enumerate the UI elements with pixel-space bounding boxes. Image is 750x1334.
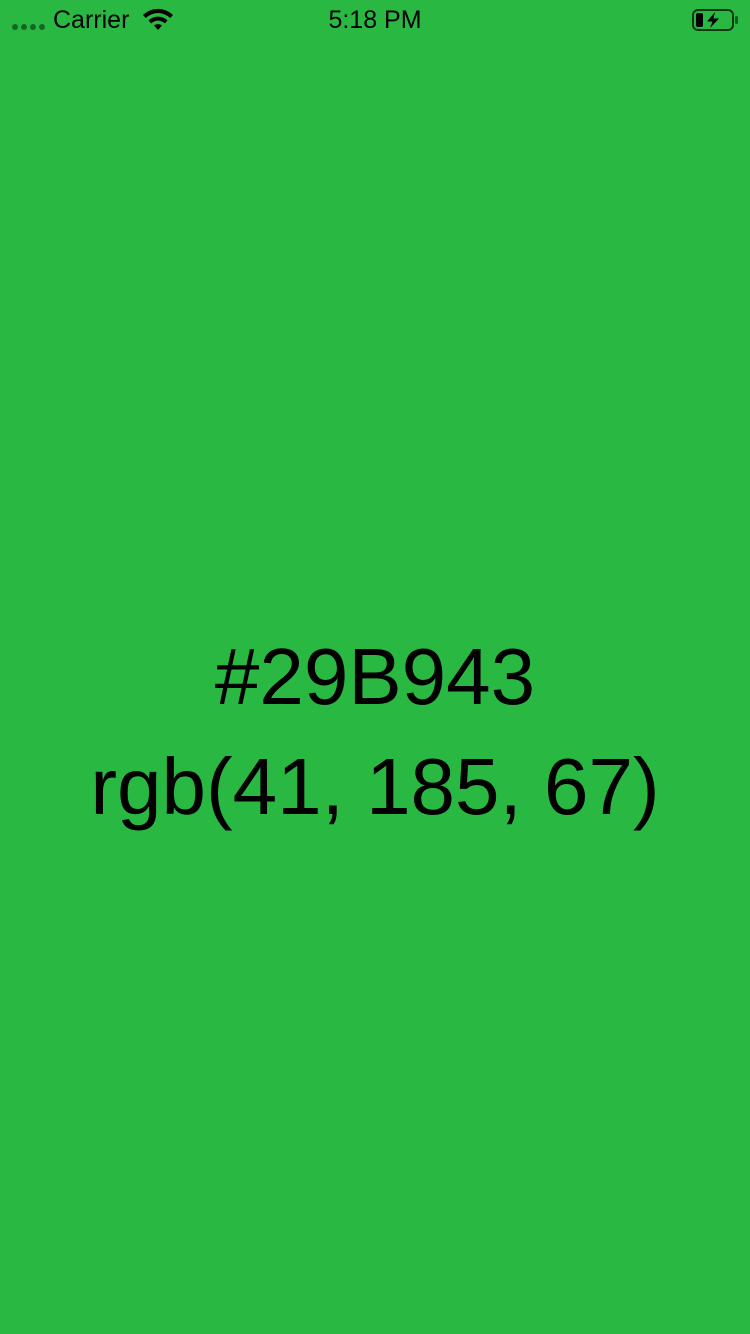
hex-value: #29B943 [214,632,536,721]
color-info: #29B943 rgb(41, 185, 67) [0,622,750,842]
rgb-value: rgb(41, 185, 67) [90,742,660,831]
status-bar: Carrier 5:18 PM [0,0,750,40]
battery-charging-icon [692,9,738,31]
status-time: 5:18 PM [328,6,422,34]
